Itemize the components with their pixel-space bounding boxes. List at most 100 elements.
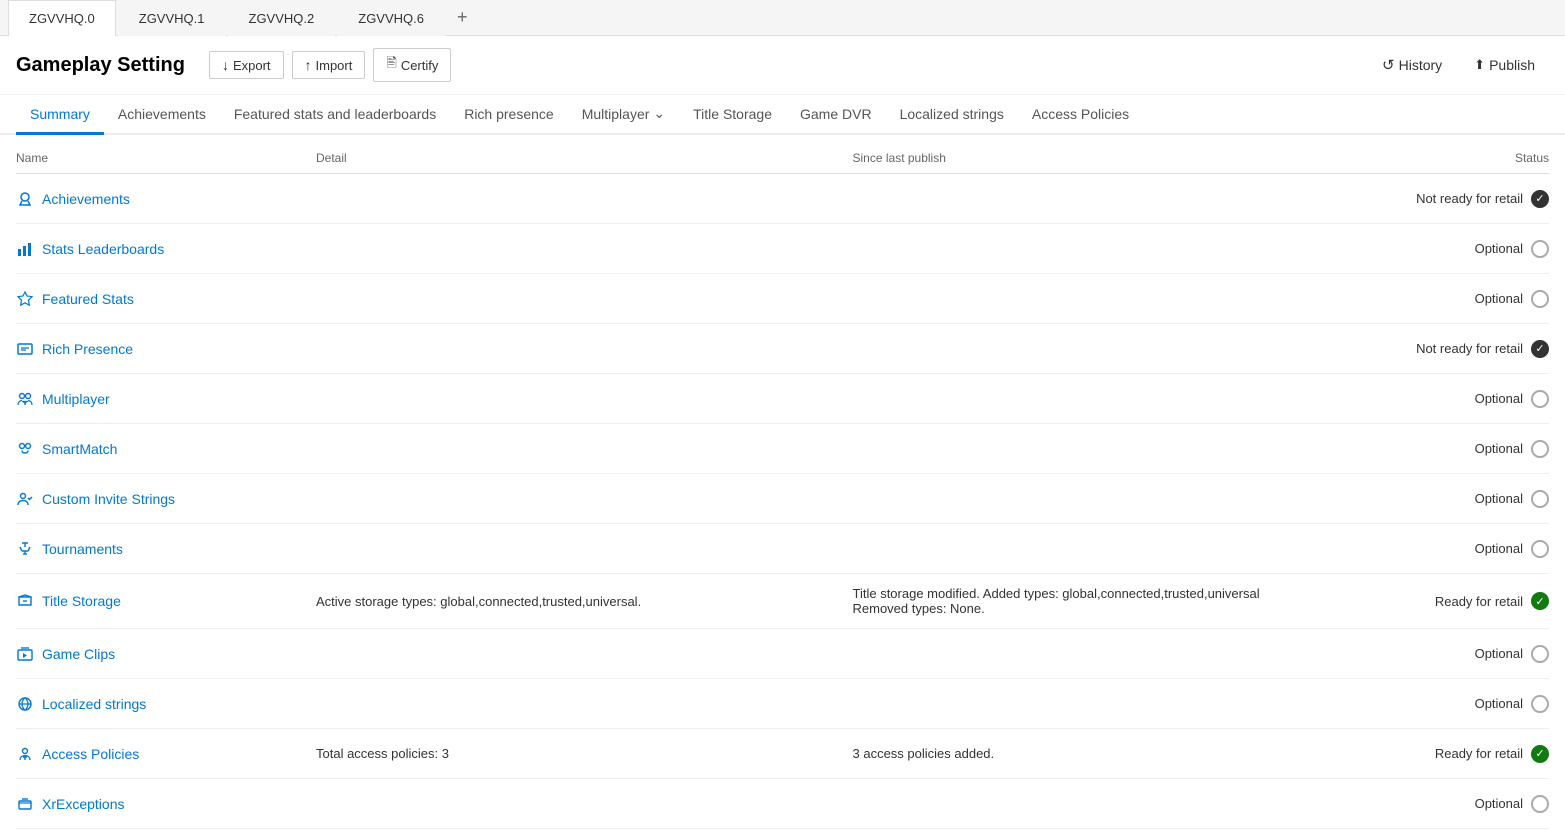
tab-featured-stats[interactable]: Featured stats and leaderboards (220, 96, 450, 135)
rich-presence-icon (16, 340, 34, 358)
row-status-custom-invite: Optional (1389, 490, 1549, 508)
status-label: Ready for retail (1435, 594, 1523, 609)
tab-bar: ZGVVHQ.0 ZGVVHQ.1 ZGVVHQ.2 ZGVVHQ.6 + (0, 0, 1565, 36)
status-badge-circle (1531, 540, 1549, 558)
row-name-smartmatch[interactable]: SmartMatch (16, 440, 316, 458)
row-status-achievements: Not ready for retail ✓ (1389, 190, 1549, 208)
publish-button[interactable]: ⬆ Publish (1460, 51, 1549, 79)
export-button[interactable]: ↓ Export (209, 51, 284, 79)
featured-icon (16, 290, 34, 308)
tab-zgvvhq6[interactable]: ZGVVHQ.6 (337, 0, 445, 36)
tab-multiplayer[interactable]: Multiplayer ⌄ (568, 95, 679, 135)
nav-tabs: Summary Achievements Featured stats and … (0, 95, 1565, 135)
table-row: Custom Invite Strings Optional (16, 474, 1549, 524)
row-name-access-policies[interactable]: Access Policies (16, 745, 316, 763)
row-name-custom-invite[interactable]: Custom Invite Strings (16, 490, 316, 508)
status-badge-circle (1531, 490, 1549, 508)
chevron-down-icon: ⌄ (653, 105, 665, 122)
row-since-title-storage: Title storage modified. Added types: glo… (853, 586, 1390, 616)
row-status-multiplayer: Optional (1389, 390, 1549, 408)
tab-zgvvhq2[interactable]: ZGVVHQ.2 (228, 0, 336, 36)
status-badge-circle (1531, 240, 1549, 258)
table-row: Title Storage Active storage types: glob… (16, 574, 1549, 629)
row-status-access-policies: Ready for retail ✓ (1389, 745, 1549, 763)
summary-table: Name Detail Since last publish Status Ac… (0, 143, 1565, 829)
import-button[interactable]: ↑ Import (292, 51, 366, 79)
status-label: Optional (1475, 796, 1523, 811)
table-row: Achievements Not ready for retail ✓ (16, 174, 1549, 224)
table-rows: Achievements Not ready for retail ✓ Stat… (16, 174, 1549, 829)
status-badge-circle (1531, 695, 1549, 713)
certify-button[interactable]: 🖹 Certify (373, 48, 451, 82)
row-name-multiplayer[interactable]: Multiplayer (16, 390, 316, 408)
row-status-tournaments: Optional (1389, 540, 1549, 558)
status-badge-ready: ✓ (1531, 592, 1549, 610)
publish-label: Publish (1489, 57, 1535, 73)
tab-zgvvhq1[interactable]: ZGVVHQ.1 (118, 0, 226, 36)
row-status-title-storage: Ready for retail ✓ (1389, 592, 1549, 610)
row-detail-title-storage: Active storage types: global,connected,t… (316, 594, 853, 609)
tab-title-storage[interactable]: Title Storage (679, 96, 786, 135)
access-icon (16, 745, 34, 763)
tab-localized-strings[interactable]: Localized strings (886, 96, 1018, 135)
localized-icon (16, 695, 34, 713)
status-badge-not-ready: ✓ (1531, 190, 1549, 208)
row-since-access-policies: 3 access policies added. (853, 746, 1390, 761)
page-title: Gameplay Setting (16, 54, 185, 77)
game-clips-icon (16, 645, 34, 663)
table-row: XrExceptions Optional (16, 779, 1549, 829)
title-storage-icon (16, 592, 34, 610)
certify-label: Certify (401, 58, 439, 73)
status-badge-ready: ✓ (1531, 745, 1549, 763)
export-icon: ↓ (222, 57, 229, 73)
publish-icon: ⬆ (1474, 57, 1485, 73)
table-row: Multiplayer Optional (16, 374, 1549, 424)
tab-summary[interactable]: Summary (16, 96, 104, 135)
history-label: History (1399, 57, 1443, 73)
header-right-actions: ↺ History ⬆ Publish (1368, 51, 1549, 79)
import-label: Import (316, 58, 353, 73)
status-label: Optional (1475, 391, 1523, 406)
table-row: Tournaments Optional (16, 524, 1549, 574)
row-status-xr-exceptions: Optional (1389, 795, 1549, 813)
add-tab-button[interactable]: + (447, 3, 478, 32)
row-status-rich-presence: Not ready for retail ✓ (1389, 340, 1549, 358)
page-header: Gameplay Setting ↓ Export ↑ Import 🖹 Cer… (0, 36, 1565, 95)
tab-achievements[interactable]: Achievements (104, 96, 220, 135)
tournaments-icon (16, 540, 34, 558)
row-name-stats-leaderboards[interactable]: Stats Leaderboards (16, 240, 316, 258)
invite-icon (16, 490, 34, 508)
row-name-featured-stats[interactable]: Featured Stats (16, 290, 316, 308)
row-name-achievements[interactable]: Achievements (16, 190, 316, 208)
achievements-icon (16, 190, 34, 208)
row-name-rich-presence[interactable]: Rich Presence (16, 340, 316, 358)
header-actions: ↓ Export ↑ Import 🖹 Certify (209, 48, 451, 82)
status-badge-circle (1531, 390, 1549, 408)
status-label: Not ready for retail (1416, 341, 1523, 356)
row-detail-access-policies: Total access policies: 3 (316, 746, 853, 761)
stats-icon (16, 240, 34, 258)
history-icon: ↺ (1382, 56, 1395, 74)
status-badge-circle (1531, 795, 1549, 813)
status-label: Optional (1475, 646, 1523, 661)
status-label: Optional (1475, 541, 1523, 556)
row-name-game-clips[interactable]: Game Clips (16, 645, 316, 663)
table-row: Featured Stats Optional (16, 274, 1549, 324)
status-label: Optional (1475, 696, 1523, 711)
row-status-game-clips: Optional (1389, 645, 1549, 663)
row-name-tournaments[interactable]: Tournaments (16, 540, 316, 558)
tab-access-policies[interactable]: Access Policies (1018, 96, 1143, 135)
tab-zgvvhq0[interactable]: ZGVVHQ.0 (8, 0, 116, 36)
table-row: SmartMatch Optional (16, 424, 1549, 474)
row-name-localized-strings[interactable]: Localized strings (16, 695, 316, 713)
status-badge-not-ready: ✓ (1531, 340, 1549, 358)
table-row: Localized strings Optional (16, 679, 1549, 729)
status-label: Optional (1475, 291, 1523, 306)
xr-icon (16, 795, 34, 813)
export-label: Export (233, 58, 271, 73)
tab-game-dvr[interactable]: Game DVR (786, 96, 886, 135)
history-button[interactable]: ↺ History (1368, 51, 1456, 79)
row-name-xr-exceptions[interactable]: XrExceptions (16, 795, 316, 813)
row-name-title-storage[interactable]: Title Storage (16, 592, 316, 610)
tab-rich-presence[interactable]: Rich presence (450, 96, 568, 135)
